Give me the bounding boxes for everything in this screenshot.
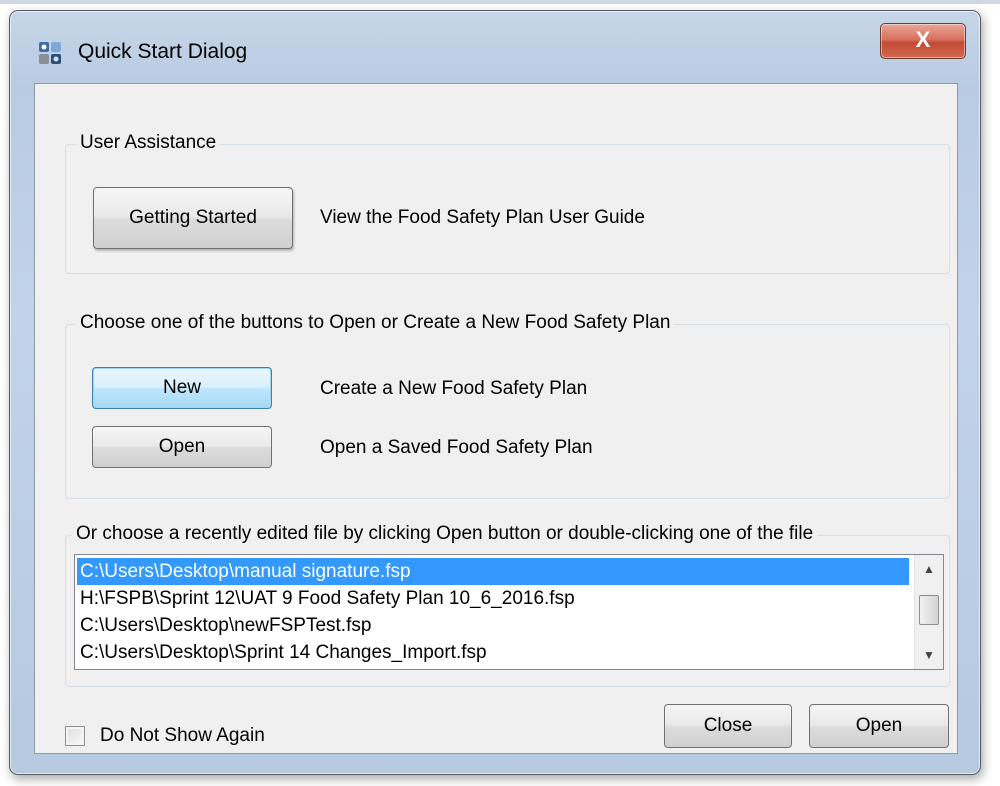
plan-actions-group: Choose one of the buttons to Open or Cre… — [65, 312, 950, 499]
recent-file-item[interactable]: C:\Users\Desktop\Sprint 14 Changes_Impor… — [77, 639, 909, 666]
scroll-down-icon[interactable]: ▼ — [915, 641, 943, 669]
recent-file-item[interactable]: C:\Users\Desktop\newFSPTest.fsp — [77, 612, 909, 639]
open-plan-description: Open a Saved Food Safety Plan — [320, 437, 593, 458]
user-assistance-group: User Assistance Getting Started View the… — [65, 132, 950, 274]
scroll-thumb[interactable] — [919, 595, 939, 625]
title-bar[interactable]: Quick Start Dialog X — [10, 11, 980, 83]
quick-start-dialog: Quick Start Dialog X User Assistance Get… — [9, 10, 981, 775]
recent-files-group: Or choose a recently edited file by clic… — [65, 523, 950, 687]
getting-started-button[interactable]: Getting Started — [93, 187, 293, 249]
open-file-button[interactable]: Open — [809, 704, 949, 748]
open-plan-button[interactable]: Open — [92, 426, 272, 468]
recent-file-item[interactable]: H:\FSPB\Sprint 12\UAT 9 Food Safety Plan… — [77, 585, 909, 612]
window-close-button[interactable]: X — [880, 23, 966, 59]
close-button[interactable]: Close — [664, 704, 792, 748]
new-plan-button[interactable]: New — [92, 367, 272, 409]
do-not-show-checkbox[interactable] — [65, 726, 85, 746]
app-icon — [38, 41, 62, 65]
getting-started-description: View the Food Safety Plan User Guide — [320, 207, 645, 228]
recent-files-scrollbar[interactable]: ▲ ▼ — [914, 555, 943, 669]
desktop-top-edge — [0, 0, 1000, 4]
dialog-client-area: User Assistance Getting Started View the… — [34, 83, 958, 754]
recent-file-item[interactable]: C:\Users\Desktop\manual signature.fsp — [77, 558, 909, 585]
scroll-up-icon[interactable]: ▲ — [915, 555, 943, 583]
user-assistance-label: User Assistance — [76, 132, 221, 154]
window-title: Quick Start Dialog — [78, 40, 248, 63]
new-plan-description: Create a New Food Safety Plan — [320, 378, 588, 399]
recent-files-listbox[interactable]: C:\Users\Desktop\manual signature.fsp H:\… — [74, 554, 944, 670]
do-not-show-label: Do Not Show Again — [100, 725, 265, 746]
close-icon: X — [915, 27, 931, 52]
plan-actions-label: Choose one of the buttons to Open or Cre… — [76, 312, 675, 334]
recent-files-label: Or choose a recently edited file by clic… — [72, 523, 818, 545]
